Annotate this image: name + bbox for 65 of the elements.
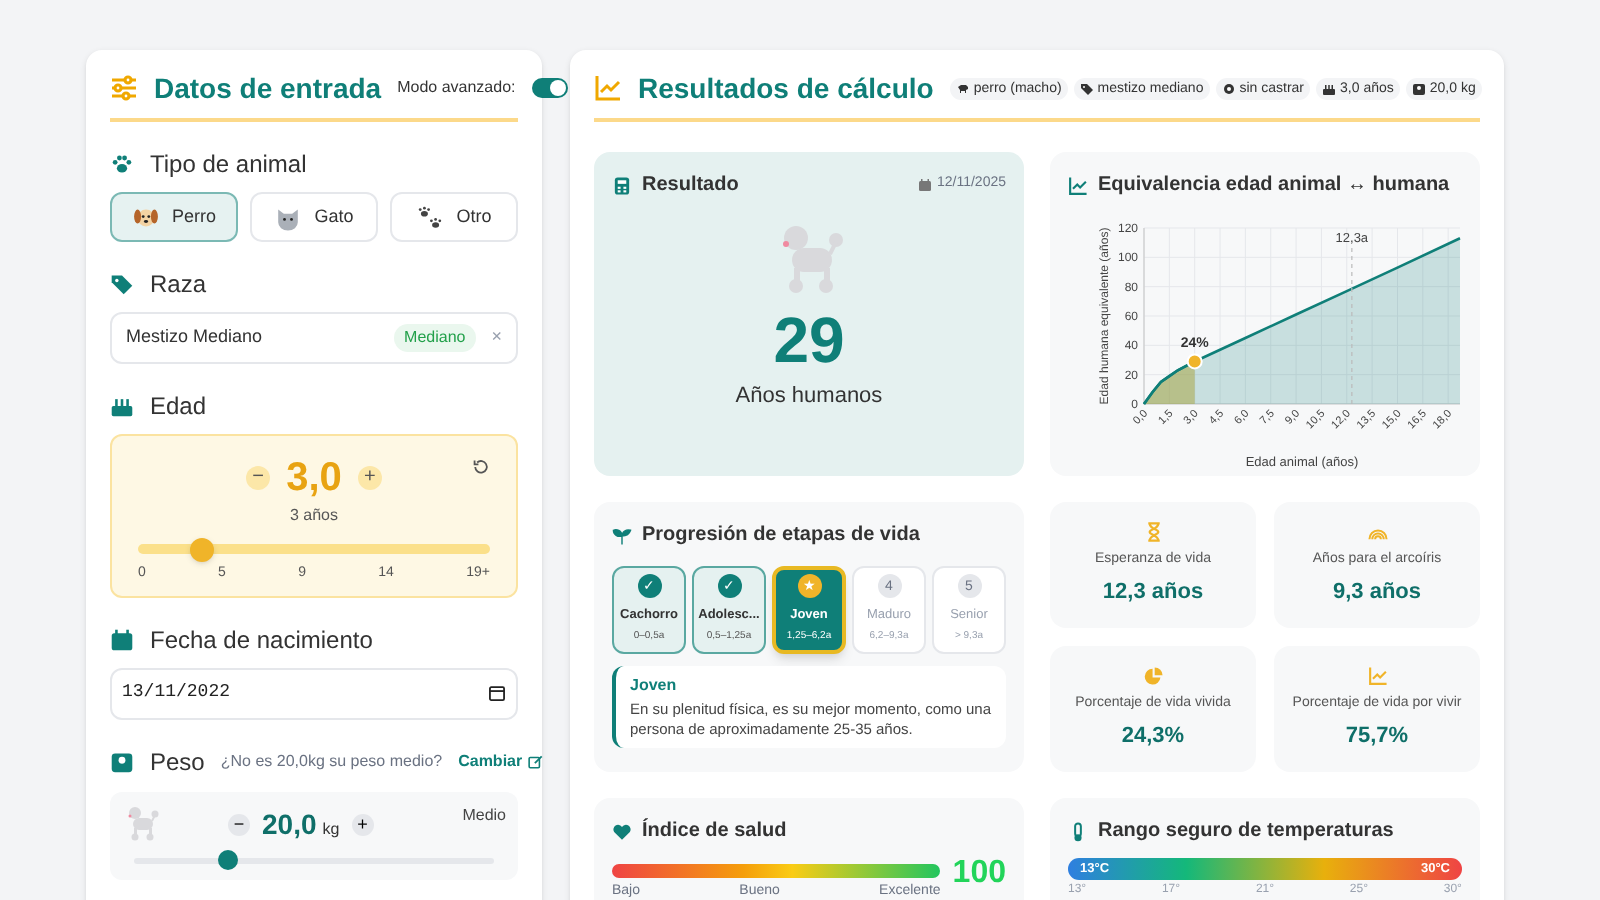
weight-question: ¿No es 20,0kg su peso medio? <box>220 749 443 773</box>
paw-icon <box>110 152 134 176</box>
age-slider-thumb[interactable] <box>189 537 214 561</box>
health-score: 100 <box>952 858 1006 890</box>
cake-icon <box>110 394 134 418</box>
heart-icon <box>612 821 632 841</box>
stat-value: 9,3 años <box>1332 577 1422 607</box>
size-badge: Mediano <box>394 324 476 352</box>
thermometer-icon <box>1068 821 1088 841</box>
change-link[interactable]: Cambiar <box>458 749 545 773</box>
calculator-icon <box>612 175 632 195</box>
card-title: Índice de salud <box>642 816 787 846</box>
pie-chart-icon <box>1143 666 1163 686</box>
size-label: Medio <box>462 803 506 827</box>
stat-value: 12,3 años <box>1102 577 1204 607</box>
card-title: Rango seguro de temperaturas <box>1098 818 1394 846</box>
weight-value: 20,0 <box>262 805 317 843</box>
human-years-caption: Años humanos <box>735 382 883 412</box>
panel-title: Resultados de cálculo <box>638 74 934 102</box>
decrease-button[interactable]: − <box>228 813 250 835</box>
advanced-mode-toggle[interactable] <box>531 78 568 98</box>
sliders-icon <box>110 74 138 102</box>
tag-icon <box>110 272 134 296</box>
cake-icon <box>1322 81 1337 95</box>
reset-icon[interactable] <box>472 458 490 476</box>
section-title: Fecha de nacimiento <box>150 627 373 651</box>
panel-title: Datos de entrada <box>154 74 382 102</box>
edit-icon <box>528 753 545 769</box>
stat-value: 75,7% <box>1345 721 1409 751</box>
hourglass-icon <box>1143 522 1163 542</box>
calendar-icon <box>110 627 134 651</box>
dog-icon <box>955 81 970 95</box>
age-value: 3,0 <box>286 458 342 498</box>
current-age-point <box>1186 353 1203 370</box>
weight-slider-thumb[interactable] <box>217 850 238 870</box>
section-title: Raza <box>150 272 207 296</box>
paw-prints-icon <box>416 203 445 231</box>
animal-type-option[interactable]: Perro <box>110 192 238 242</box>
human-years-value: 29 <box>773 308 845 372</box>
date-field[interactable]: 13/11/2022 <box>110 667 518 719</box>
card-title: Progresión de etapas de vida <box>642 522 920 550</box>
line-chart-icon <box>1367 666 1387 686</box>
line-chart-icon <box>1068 175 1088 195</box>
animal-type-option[interactable]: Otro <box>390 192 518 242</box>
sprout-icon <box>612 525 632 545</box>
card-title: Equivalencia edad animal ↔ humana <box>1098 172 1450 200</box>
increase-button[interactable]: + <box>357 466 382 490</box>
line-chart-icon <box>594 74 622 102</box>
weight-unit: kg <box>322 817 340 841</box>
toggle-label: Modo avanzado: <box>397 76 516 100</box>
decrease-button[interactable]: − <box>246 466 271 490</box>
calendar-icon <box>488 684 506 702</box>
stage-detail-title: Joven <box>630 674 679 698</box>
section-title: Tipo de animal <box>150 152 307 176</box>
age-caption: 3 años <box>289 504 339 528</box>
weight-icon <box>110 749 134 773</box>
stat-value: 24,3% <box>1121 721 1185 751</box>
section-title: Edad <box>150 394 207 418</box>
animal-type-option[interactable]: Gato <box>250 192 378 242</box>
breed-value: Mestizo Mediano <box>126 324 263 351</box>
breed-field[interactable]: Mestizo Mediano Mediano × <box>110 312 518 364</box>
calendar-icon <box>918 178 933 192</box>
increase-button[interactable]: + <box>351 813 374 835</box>
section-title: Peso <box>150 745 205 779</box>
card-title: Resultado <box>642 172 739 200</box>
